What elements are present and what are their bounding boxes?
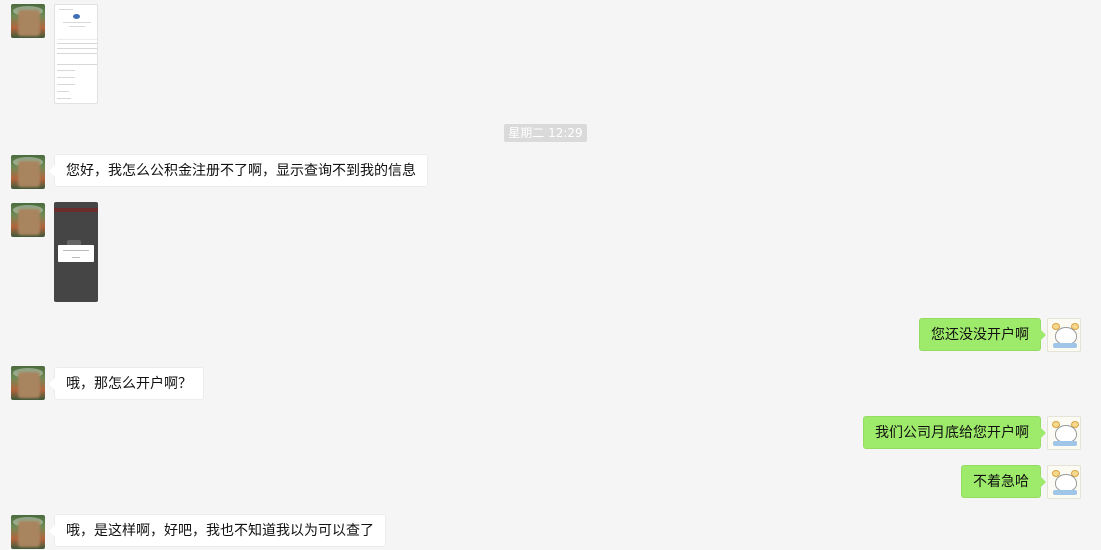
my-avatar[interactable] <box>1047 465 1081 499</box>
contact-avatar[interactable] <box>11 4 45 38</box>
contact-avatar[interactable] <box>11 155 45 189</box>
message-bubble-sent[interactable]: 不着急哈 <box>961 465 1046 498</box>
message-bubble-sent[interactable]: 您还没没开户啊 <box>919 318 1046 351</box>
chat-window: 星期二 12:29 您好，我怎么公积金注册不了啊，显示查询不到我的信息 您还没没… <box>0 0 1101 550</box>
contact-avatar[interactable] <box>11 203 45 237</box>
message-bubble-sent[interactable]: 我们公司月底给您开户啊 <box>863 416 1046 449</box>
message-bubble-received[interactable]: 您好，我怎么公积金注册不了啊，显示查询不到我的信息 <box>49 154 428 187</box>
message-bubble-received[interactable]: 哦，那怎么开户啊？ <box>49 367 204 400</box>
my-avatar[interactable] <box>1047 318 1081 352</box>
contact-avatar[interactable] <box>11 366 45 400</box>
image-message-screenshot[interactable] <box>54 4 98 104</box>
time-divider: 星期二 12:29 <box>504 124 587 142</box>
logo-icon <box>73 14 80 19</box>
dialog-preview <box>58 245 94 262</box>
my-avatar[interactable] <box>1047 416 1081 450</box>
contact-avatar[interactable] <box>11 515 45 549</box>
image-message-screenshot[interactable] <box>54 202 98 302</box>
message-bubble-received[interactable]: 哦，是这样啊，好吧，我也不知道我以为可以查了 <box>49 514 386 547</box>
